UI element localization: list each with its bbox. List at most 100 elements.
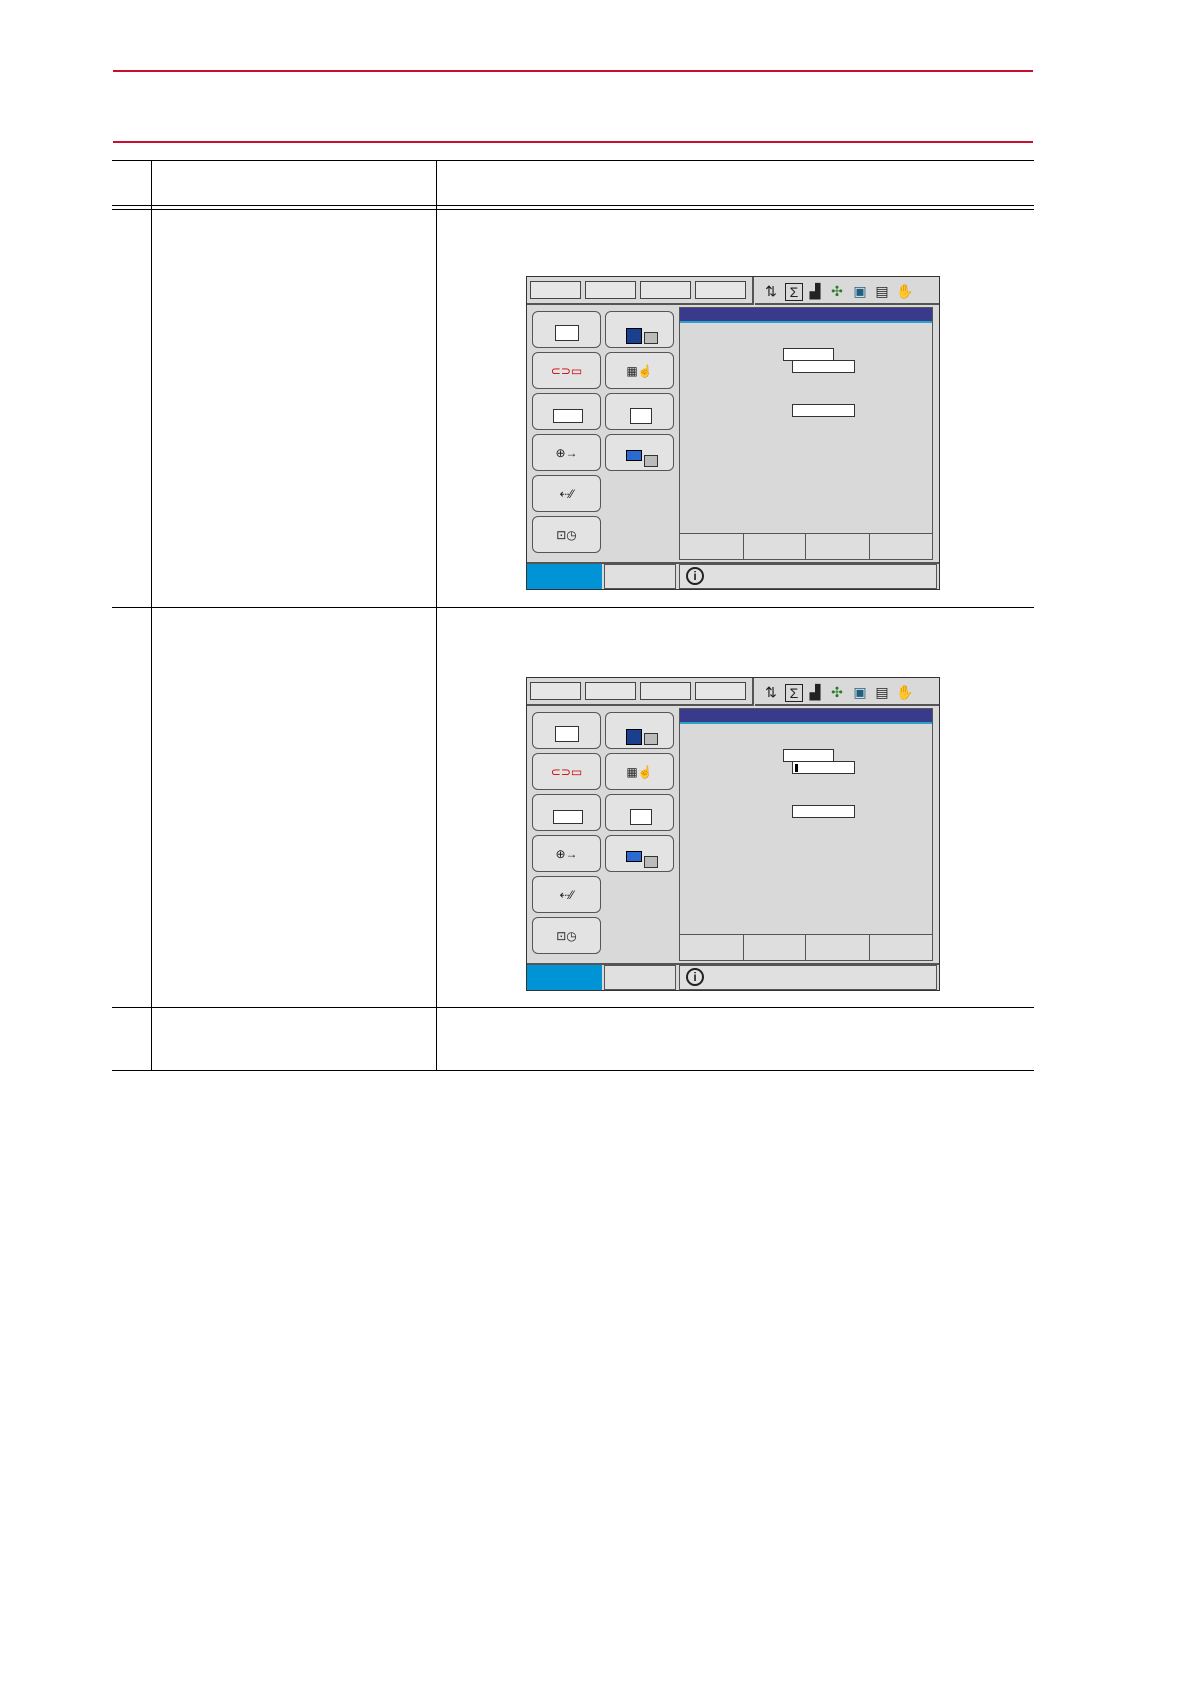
menu-arc-welding-button[interactable]: ⊂⊃▭ [532,352,601,389]
input-field[interactable] [792,360,855,373]
menu-monitor-button[interactable]: ⊡◷ [532,516,601,553]
top-tab-bar [527,678,754,706]
axis-icon: ⇅ [765,283,777,299]
monitor-icon: ▣ [853,283,867,299]
top-tab[interactable] [640,281,691,299]
col-divider [436,160,437,1071]
variable-icon: ▦☝ [626,764,653,779]
softkey[interactable] [870,935,932,960]
menu-display-setup-button[interactable] [605,835,674,872]
header-rule-bottom [113,141,1033,143]
menu-variable-button[interactable]: ▦☝ [605,753,674,790]
pendant-screen: ⇅ Σ ▟ ✣ ▣ ▤ ✋ ⊂⊃▭ ▦☝ ⊕→ ⇠⁄⁄ ⊡◷ i [526,677,940,991]
pendant-screen: ⇅ Σ ▟ ✣ ▣ ▤ ✋ ⊂⊃▭ ▦☝ ⊕→ ⇠⁄⁄ ⊡◷ i [526,276,940,590]
menu-file-button[interactable] [605,311,674,348]
menu-job-button[interactable] [532,311,601,348]
arc-welding-icon: ⊂⊃▭ [550,764,583,779]
menu-file-button[interactable] [605,712,674,749]
input-field-2[interactable] [792,404,855,417]
job-icon [555,325,579,341]
softkey[interactable] [680,935,744,960]
monitor-icon: ▣ [853,684,867,700]
info-icon[interactable]: i [686,567,704,585]
note-icon: ▤ [875,684,889,700]
row-divider [112,607,1034,608]
top-tab[interactable] [585,281,636,299]
softkey-bar [680,934,932,960]
main-content-area [679,708,933,961]
softkey-bar [680,533,932,559]
col-divider [151,160,152,1071]
display-setup-icon [626,450,642,461]
sigma-icon: Σ [785,684,803,702]
menu-monitor-button[interactable]: ⊡◷ [532,917,601,954]
top-tab[interactable] [530,682,581,700]
display-setup-icon [626,851,642,862]
row-divider [112,1007,1034,1008]
mode-indicator-active[interactable] [527,564,602,589]
top-tab-bar [527,277,754,305]
mode-indicator[interactable] [604,564,676,589]
top-tab[interactable] [695,281,746,299]
file-icon [626,729,642,745]
io-icon [553,810,583,824]
mode-indicator[interactable] [604,965,676,990]
table-top-border [112,160,1034,161]
menu-job-button[interactable] [532,712,601,749]
monitor-icon: ⊡◷ [556,928,577,943]
robot-icon: ✣ [831,684,843,700]
menu-system-button[interactable]: ⇠⁄⁄ [532,876,601,913]
menu-variable-button[interactable]: ▦☝ [605,352,674,389]
main-content-area [679,307,933,560]
robot-icon [630,408,652,424]
setup-icon: ⊕→ [555,445,578,460]
softkey[interactable] [806,935,870,960]
status-bar: ⇅ Σ ▟ ✣ ▣ ▤ ✋ [755,678,939,706]
input-field[interactable] [792,761,855,774]
input-field-2[interactable] [792,805,855,818]
mode-indicator-active[interactable] [527,965,602,990]
header-rule-top [113,70,1033,72]
menu-io-button[interactable] [532,794,601,831]
top-tab[interactable] [695,682,746,700]
menu-robot-button[interactable] [605,393,674,430]
info-icon[interactable]: i [686,968,704,986]
robot-icon [630,809,652,825]
top-tab[interactable] [530,281,581,299]
table-header-border [112,205,1034,206]
softkey[interactable] [680,534,744,559]
menu-system-button[interactable]: ⇠⁄⁄ [532,475,601,512]
system-icon: ⇠⁄⁄ [559,486,574,501]
top-tab[interactable] [585,682,636,700]
file-icon-secondary [644,332,658,344]
table-bottom-border [112,1070,1034,1071]
sigma-icon: Σ [785,283,803,301]
variable-icon: ▦☝ [626,363,653,378]
top-tab[interactable] [640,682,691,700]
menu-arc-welding-button[interactable]: ⊂⊃▭ [532,753,601,790]
signal-icon: ▟ [809,684,821,700]
softkey[interactable] [806,534,870,559]
table-header-border-double [112,209,1034,210]
softkey[interactable] [870,534,932,559]
softkey[interactable] [744,534,806,559]
message-area: i [679,965,937,990]
robot-icon: ✣ [831,283,843,299]
menu-display-setup-button[interactable] [605,434,674,471]
display-setup-icon-secondary [644,856,658,868]
softkey[interactable] [744,935,806,960]
axis-icon: ⇅ [765,684,777,700]
system-icon: ⇠⁄⁄ [559,887,574,902]
job-icon [555,726,579,742]
menu-robot-button[interactable] [605,794,674,831]
content-title-bar [680,308,932,323]
hand-icon: ✋ [896,684,914,700]
menu-setup-button[interactable]: ⊕→ [532,835,601,872]
hand-icon: ✋ [896,283,914,299]
menu-io-button[interactable] [532,393,601,430]
io-icon [553,409,583,423]
status-bar: ⇅ Σ ▟ ✣ ▣ ▤ ✋ [755,277,939,305]
setup-icon: ⊕→ [555,846,578,861]
menu-setup-button[interactable]: ⊕→ [532,434,601,471]
monitor-icon: ⊡◷ [556,527,577,542]
